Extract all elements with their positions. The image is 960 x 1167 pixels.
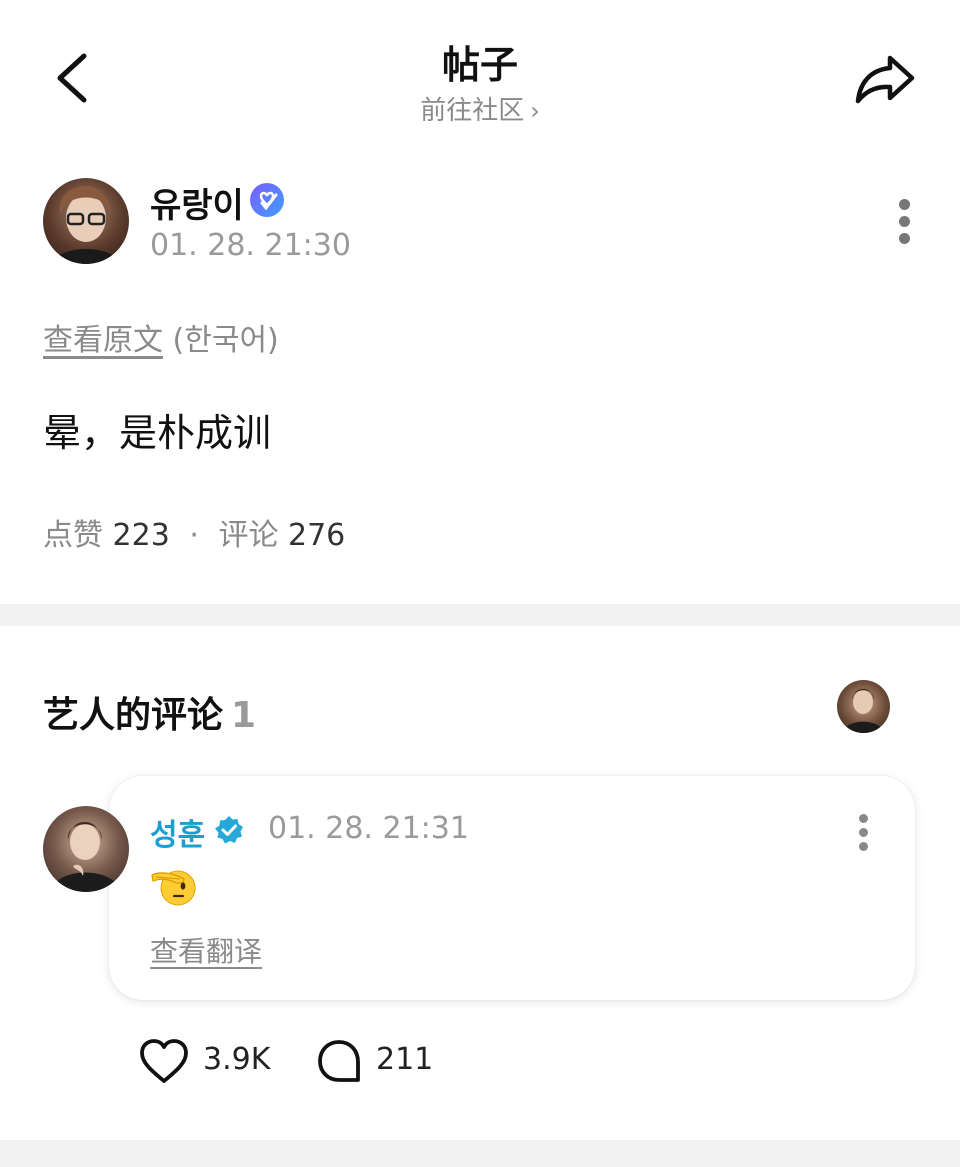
comment-author-name[interactable]: 성훈 (150, 810, 205, 854)
artist-avatar-small[interactable] (837, 680, 890, 733)
go-to-community-label: 前往社区 (420, 96, 525, 126)
section-divider (0, 604, 960, 626)
top-bar: 帖子 前往社区 › (0, 0, 960, 140)
avatar-image (51, 822, 121, 892)
heart-icon (140, 1039, 188, 1083)
post-stats: 点赞 223 · 评论 276 (43, 510, 345, 554)
original-language: (한국어) (172, 323, 279, 358)
view-original-link[interactable]: 查看原文 (43, 323, 163, 358)
comment-reply-count: 211 (376, 1042, 434, 1077)
avatar-image (843, 688, 884, 733)
artist-comments-heading: 艺人的评论 1 (43, 686, 256, 738)
verified-badge-icon (250, 183, 284, 217)
comment-timestamp: 01. 28. 21:31 (268, 811, 469, 846)
more-dot-icon (859, 814, 868, 823)
post-timestamp: 01. 28. 21:30 (150, 228, 351, 263)
comments-count: 276 (288, 518, 346, 553)
more-dot-icon (899, 216, 910, 227)
author-name[interactable]: 유랑이 (150, 178, 244, 227)
saluting-face-emoji-icon (150, 862, 196, 908)
comment-like-count: 3.9K (203, 1042, 271, 1077)
likes-count: 223 (112, 518, 170, 553)
view-original-row: 查看原文 (한국어) (43, 315, 279, 359)
share-icon (855, 55, 915, 104)
post-body: 晕，是朴成训 (43, 411, 272, 455)
comment-more-button[interactable] (849, 806, 879, 866)
view-translation-link[interactable]: 查看翻译 (150, 930, 262, 970)
post-more-button[interactable] (890, 192, 920, 252)
go-to-community-link[interactable]: 前往社区 › (0, 90, 960, 127)
speech-bubble-icon (318, 1040, 360, 1082)
share-button[interactable] (850, 48, 920, 108)
more-dot-icon (859, 842, 868, 851)
artist-comments-title: 艺人的评论 (43, 695, 224, 736)
avatar-image (53, 185, 119, 264)
post-detail-screen: 帖子 前往社区 › 유랑이 01. 28. 21:30 查看原文 (한국어) 晕，… (0, 0, 960, 1167)
more-dot-icon (859, 828, 868, 837)
artist-comments-count: 1 (231, 695, 257, 736)
chevron-right-icon: › (530, 97, 540, 125)
comments-label: 评论 (218, 518, 279, 553)
more-dot-icon (899, 199, 910, 210)
page-title: 帖子 (441, 43, 518, 87)
verified-badge-icon (214, 815, 244, 845)
more-dot-icon (899, 233, 910, 244)
author-avatar[interactable] (43, 178, 129, 264)
stats-separator: · (189, 518, 199, 553)
comment-author-avatar[interactable] (43, 806, 129, 892)
likes-label: 点赞 (43, 518, 103, 553)
section-divider (0, 1140, 960, 1167)
